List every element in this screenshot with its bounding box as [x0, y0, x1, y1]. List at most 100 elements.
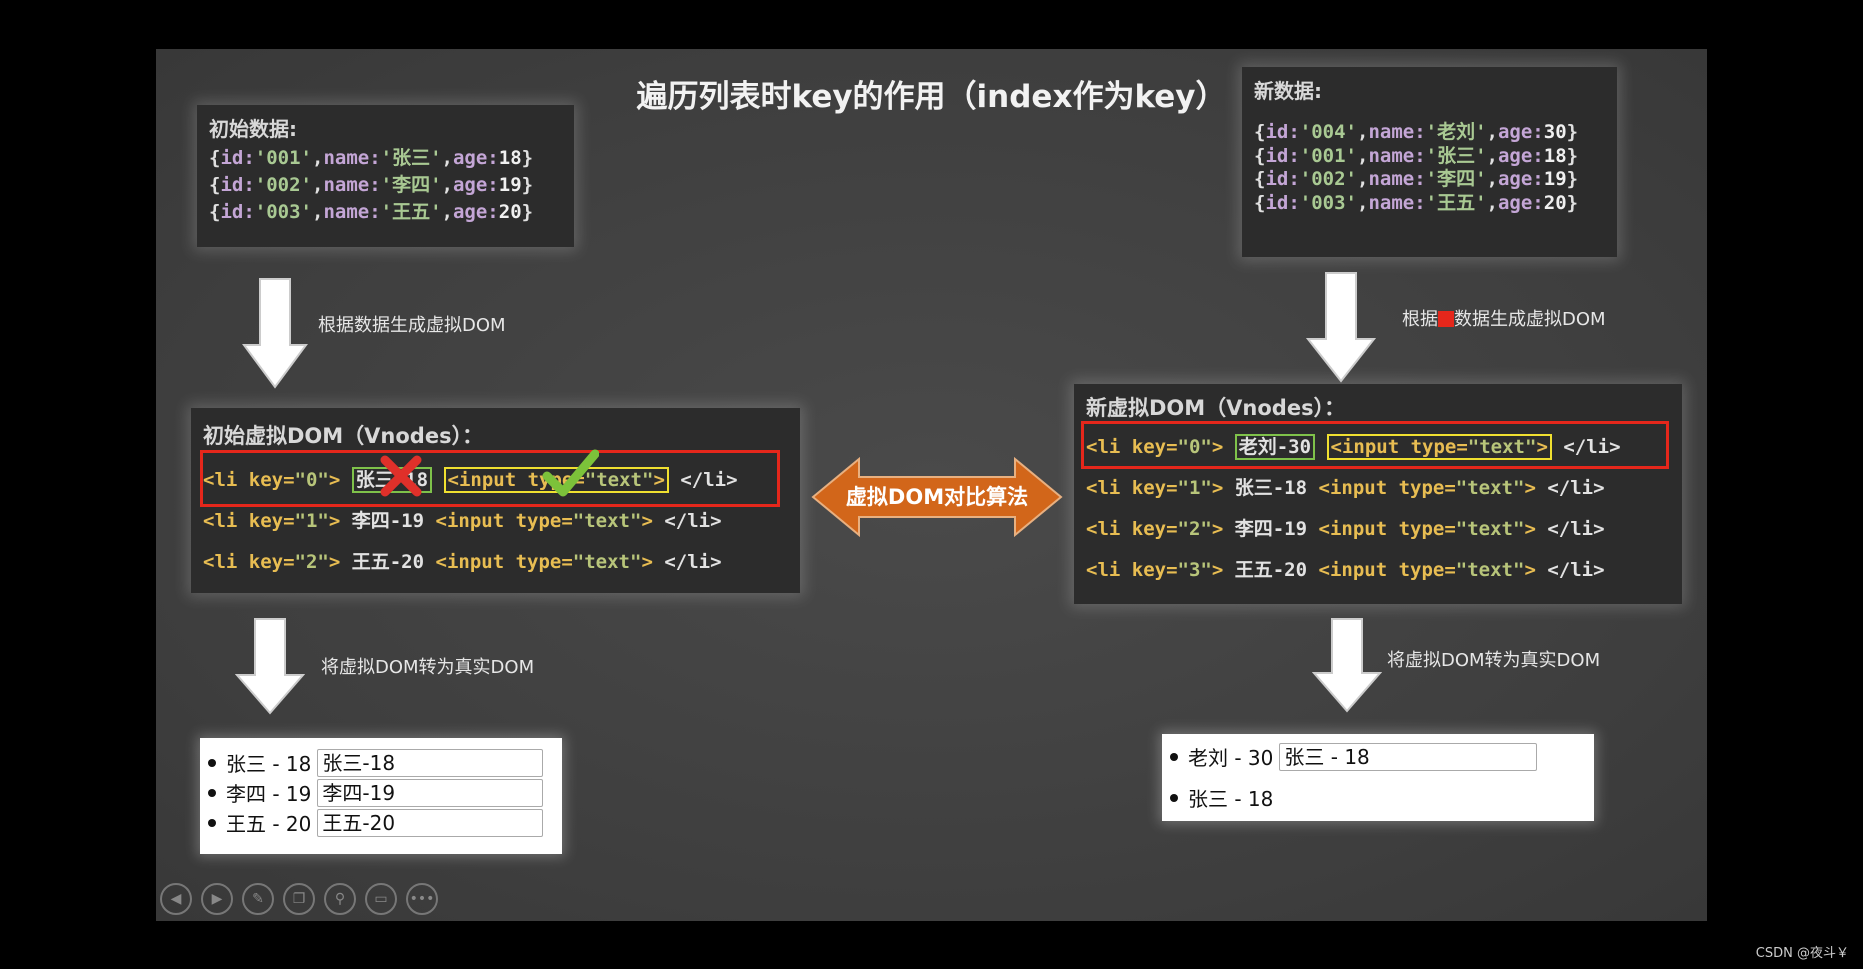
code-token: name:: [1368, 191, 1426, 214]
code-token: >: [1211, 477, 1235, 499]
list-item: 李四 - 19 李四-19: [208, 778, 544, 807]
code-token: <li key=: [1086, 477, 1178, 499]
text-input[interactable]: 李四-19: [317, 778, 544, 807]
code-token: </li>: [1535, 559, 1605, 581]
code-token: 20: [1543, 191, 1567, 214]
cross-icon: [380, 455, 422, 497]
compare-label: 虚拟DOM对比算法: [845, 485, 1029, 509]
code-token: >: [1524, 559, 1536, 581]
next-icon[interactable]: ▶: [201, 883, 233, 915]
code-token: >: [1536, 436, 1548, 458]
code-token: }: [1566, 191, 1579, 214]
red-marker: [1438, 311, 1454, 327]
code-token: id:: [220, 201, 255, 223]
code-token: >: [1211, 518, 1235, 540]
list-item: 张三 - 18: [1170, 783, 1273, 812]
code-token: >: [328, 551, 352, 573]
new-vdom-panel: 新虚拟DOM（Vnodes）： <li key="0"> 老刘-30 <inpu…: [1074, 384, 1682, 604]
code-token: <input type=: [1318, 518, 1456, 540]
down-arrow-icon: [235, 618, 305, 715]
code-token: 19: [498, 174, 522, 196]
down-arrow-icon: [1306, 272, 1376, 383]
vnode-text: 王五-20: [1234, 559, 1308, 581]
data-row: {id:'003',name:'王五',age:20}: [1254, 188, 1578, 215]
code-token: "1": [1177, 477, 1212, 499]
initial-data-panel: 初始数据: {id:'001',name:'张三',age:18} {id:'00…: [197, 105, 574, 247]
item-label: 张三 - 18: [226, 752, 312, 776]
item-label: 王五 - 20: [226, 812, 312, 836]
vnode-row: <li key="2"> 王五-20 <input type="text"> <…: [203, 547, 722, 574]
code-token: }: [521, 201, 534, 223]
generate-caption-right: 根据 数据生成虚拟DOM: [1402, 305, 1606, 331]
bullet-icon: [1170, 752, 1178, 761]
slides-icon[interactable]: ❐: [283, 883, 315, 915]
bullet-icon: [1170, 793, 1178, 802]
vnode-input: <input type="text">: [436, 551, 653, 573]
caption-part: 数据生成虚拟DOM: [1454, 309, 1606, 330]
watermark: CSDN @夜斗￥: [1755, 946, 1849, 961]
render-caption-right: 将虚拟DOM转为真实DOM: [1387, 650, 1601, 671]
code-token: "text": [572, 551, 642, 573]
code-token: age:: [1497, 191, 1544, 214]
zoom-icon[interactable]: ⚲: [324, 883, 356, 915]
vnode-text: 李四-19: [1234, 518, 1308, 540]
code-token: "text": [1455, 518, 1525, 540]
code-token: </li>: [668, 469, 738, 491]
code-token: >: [1524, 518, 1536, 540]
code-token: '003': [1299, 191, 1357, 214]
vnode-input: <input type="text">: [1319, 477, 1536, 499]
caption-part: 根据: [1402, 309, 1438, 330]
pen-icon[interactable]: ✎: [242, 883, 274, 915]
code-token: >: [641, 551, 653, 573]
vnode-row: <li key="2"> 李四-19 <input type="text"> <…: [1086, 514, 1605, 541]
vnode-text: 老刘-30: [1234, 434, 1316, 460]
text-input[interactable]: 王五-20: [317, 808, 544, 837]
code-token: id:: [1265, 191, 1300, 214]
code-token: age:: [452, 147, 499, 169]
code-token: ,: [441, 147, 453, 169]
code-token: "0": [294, 469, 329, 491]
prev-icon[interactable]: ◀: [160, 883, 192, 915]
code-token: <li key=: [1086, 518, 1178, 540]
code-token: age:: [452, 201, 499, 223]
code-token: </li>: [652, 551, 722, 573]
initial-vdom-heading: 初始虚拟DOM（Vnodes）：: [203, 424, 484, 448]
bullet-icon: [208, 818, 216, 827]
text-input[interactable]: 张三-18: [317, 748, 544, 777]
item-label: 李四 - 19: [226, 782, 312, 806]
more-icon[interactable]: •••: [406, 883, 438, 915]
list-item: 老刘 - 30 张三 - 18: [1170, 742, 1538, 771]
code-token: ,: [1486, 191, 1498, 214]
code-token: '王五': [380, 201, 442, 223]
code-token: id:: [220, 147, 255, 169]
code-token: <li key=: [1086, 559, 1178, 581]
code-token: >: [1211, 436, 1235, 458]
code-token: '002': [254, 174, 312, 196]
code-token: >: [1524, 477, 1536, 499]
generate-caption-left: 根据数据生成虚拟DOM: [318, 315, 506, 336]
code-token: <li key=: [203, 510, 295, 532]
text-input[interactable]: 张三 - 18: [1279, 742, 1538, 771]
code-token: ,: [441, 201, 453, 223]
code-token: '王五': [1425, 191, 1487, 214]
new-real-dom: 老刘 - 30 张三 - 18 张三 - 18: [1162, 734, 1594, 821]
code-token: <input type=: [435, 551, 573, 573]
screen-icon[interactable]: ▭: [365, 883, 397, 915]
code-token: {: [209, 201, 221, 223]
list-item: 张三 - 18 张三-18: [208, 748, 544, 777]
code-token: >: [641, 510, 653, 532]
code-token: name:: [323, 201, 381, 223]
code-token: ,: [1356, 191, 1369, 214]
code-token: {: [209, 174, 221, 196]
code-token: >: [328, 469, 352, 491]
code-token: "text": [1455, 477, 1525, 499]
code-token: <li key=: [203, 551, 295, 573]
vnode-input: <input type="text">: [1319, 518, 1536, 540]
initial-data-heading: 初始数据:: [209, 117, 297, 141]
code-token: }: [521, 174, 534, 196]
initial-real-dom: 张三 - 18 张三-18 李四 - 19 李四-19 王五 - 20 王五-20: [200, 738, 562, 854]
down-arrow-icon: [1312, 618, 1382, 713]
code-token: name:: [323, 174, 381, 196]
code-token: name:: [323, 147, 381, 169]
code-token: "1": [294, 510, 329, 532]
